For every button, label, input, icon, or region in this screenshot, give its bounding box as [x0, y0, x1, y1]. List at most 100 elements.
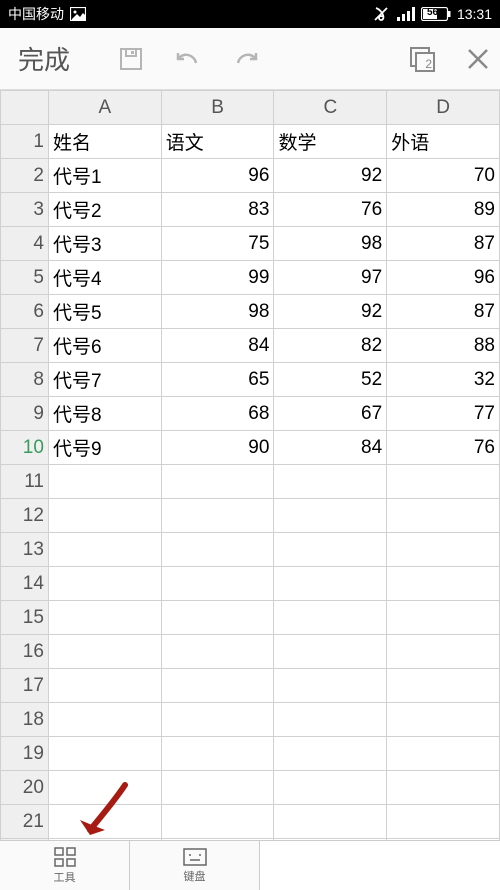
row-header-7[interactable]: 7	[1, 329, 49, 363]
row-header-20[interactable]: 20	[1, 771, 49, 805]
done-button[interactable]: 完成	[10, 40, 78, 77]
keyboard-tab[interactable]: 键盘	[130, 841, 260, 890]
cell-A13[interactable]	[48, 533, 161, 567]
copy-icon[interactable]: 2	[408, 45, 436, 73]
tab-scroll-area[interactable]	[260, 840, 500, 890]
cell-B9[interactable]: 68	[161, 397, 274, 431]
row-header-8[interactable]: 8	[1, 363, 49, 397]
corner-cell[interactable]	[1, 91, 49, 125]
cell-B15[interactable]	[161, 601, 274, 635]
cell-A4[interactable]: 代号3	[48, 227, 161, 261]
cell-D3[interactable]: 89	[387, 193, 500, 227]
col-header-C[interactable]: C	[274, 91, 387, 125]
cell-B3[interactable]: 83	[161, 193, 274, 227]
col-header-A[interactable]: A	[48, 91, 161, 125]
cell-A7[interactable]: 代号6	[48, 329, 161, 363]
row-header-2[interactable]: 2	[1, 159, 49, 193]
row-header-9[interactable]: 9	[1, 397, 49, 431]
cell-D14[interactable]	[387, 567, 500, 601]
cell-A14[interactable]	[48, 567, 161, 601]
cell-B11[interactable]	[161, 465, 274, 499]
row-header-10[interactable]: 10	[1, 431, 49, 465]
row-header-11[interactable]: 11	[1, 465, 49, 499]
col-header-D[interactable]: D	[387, 91, 500, 125]
redo-icon[interactable]	[232, 47, 260, 71]
row-header-4[interactable]: 4	[1, 227, 49, 261]
cell-B10[interactable]: 90	[161, 431, 274, 465]
cell-B7[interactable]: 84	[161, 329, 274, 363]
cell-D15[interactable]	[387, 601, 500, 635]
cell-A3[interactable]: 代号2	[48, 193, 161, 227]
cell-B14[interactable]	[161, 567, 274, 601]
cell-D20[interactable]	[387, 771, 500, 805]
row-header-18[interactable]: 18	[1, 703, 49, 737]
cell-D17[interactable]	[387, 669, 500, 703]
cell-C4[interactable]: 98	[274, 227, 387, 261]
cell-C1[interactable]: 数学	[274, 125, 387, 159]
cell-D13[interactable]	[387, 533, 500, 567]
cell-D4[interactable]: 87	[387, 227, 500, 261]
cell-C7[interactable]: 82	[274, 329, 387, 363]
cell-C8[interactable]: 52	[274, 363, 387, 397]
cell-A11[interactable]	[48, 465, 161, 499]
cell-D16[interactable]	[387, 635, 500, 669]
cell-B19[interactable]	[161, 737, 274, 771]
cell-C3[interactable]: 76	[274, 193, 387, 227]
row-header-21[interactable]: 21	[1, 805, 49, 839]
cell-B21[interactable]	[161, 805, 274, 839]
cell-C2[interactable]: 92	[274, 159, 387, 193]
cell-B18[interactable]	[161, 703, 274, 737]
cell-A19[interactable]	[48, 737, 161, 771]
cell-A21[interactable]	[48, 805, 161, 839]
row-header-17[interactable]: 17	[1, 669, 49, 703]
cell-A2[interactable]: 代号1	[48, 159, 161, 193]
cell-A20[interactable]	[48, 771, 161, 805]
cell-C20[interactable]	[274, 771, 387, 805]
row-header-3[interactable]: 3	[1, 193, 49, 227]
cell-B13[interactable]	[161, 533, 274, 567]
cell-D7[interactable]: 88	[387, 329, 500, 363]
cell-B17[interactable]	[161, 669, 274, 703]
cell-B8[interactable]: 65	[161, 363, 274, 397]
cell-C14[interactable]	[274, 567, 387, 601]
cell-A17[interactable]	[48, 669, 161, 703]
row-header-1[interactable]: 1	[1, 125, 49, 159]
cell-C18[interactable]	[274, 703, 387, 737]
cell-B4[interactable]: 75	[161, 227, 274, 261]
cell-D12[interactable]	[387, 499, 500, 533]
cell-D2[interactable]: 70	[387, 159, 500, 193]
cell-A15[interactable]	[48, 601, 161, 635]
cell-A8[interactable]: 代号7	[48, 363, 161, 397]
cell-C11[interactable]	[274, 465, 387, 499]
cell-D11[interactable]	[387, 465, 500, 499]
undo-icon[interactable]	[174, 47, 202, 71]
cell-A12[interactable]	[48, 499, 161, 533]
spreadsheet[interactable]: ABCD1姓名语文数学外语2代号19692703代号28376894代号3759…	[0, 90, 500, 840]
cell-A6[interactable]: 代号5	[48, 295, 161, 329]
row-header-6[interactable]: 6	[1, 295, 49, 329]
cell-D8[interactable]: 32	[387, 363, 500, 397]
cell-C5[interactable]: 97	[274, 261, 387, 295]
cell-C9[interactable]: 67	[274, 397, 387, 431]
cell-C13[interactable]	[274, 533, 387, 567]
cell-C17[interactable]	[274, 669, 387, 703]
cell-D10[interactable]: 76	[387, 431, 500, 465]
cell-C10[interactable]: 84	[274, 431, 387, 465]
cell-B1[interactable]: 语文	[161, 125, 274, 159]
cell-D1[interactable]: 外语	[387, 125, 500, 159]
cell-B20[interactable]	[161, 771, 274, 805]
row-header-16[interactable]: 16	[1, 635, 49, 669]
row-header-15[interactable]: 15	[1, 601, 49, 635]
col-header-B[interactable]: B	[161, 91, 274, 125]
cell-A10[interactable]: 代号9	[48, 431, 161, 465]
cell-D6[interactable]: 87	[387, 295, 500, 329]
cell-D9[interactable]: 77	[387, 397, 500, 431]
cell-A5[interactable]: 代号4	[48, 261, 161, 295]
close-icon[interactable]	[466, 47, 490, 71]
row-header-12[interactable]: 12	[1, 499, 49, 533]
cell-A9[interactable]: 代号8	[48, 397, 161, 431]
cell-C16[interactable]	[274, 635, 387, 669]
row-header-13[interactable]: 13	[1, 533, 49, 567]
tools-tab[interactable]: 工具	[0, 841, 130, 890]
save-icon[interactable]	[118, 46, 144, 72]
